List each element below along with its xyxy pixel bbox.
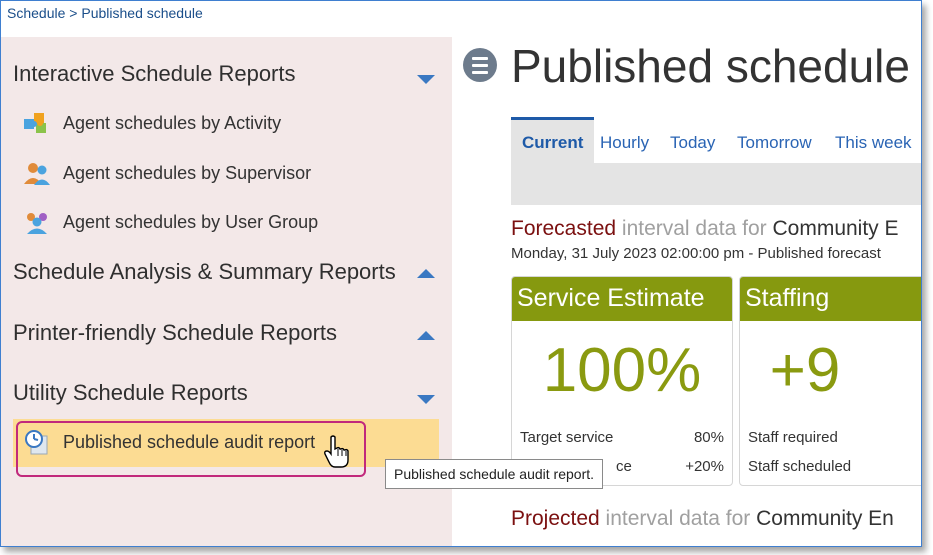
projected-queue-name: Community En (756, 507, 894, 530)
row-label: Staff scheduled (748, 458, 852, 475)
menu-icon[interactable] (463, 48, 497, 82)
sidebar-item-label: Agent schedules by Supervisor (63, 162, 312, 183)
page-title: Published schedule (511, 40, 910, 92)
chevron-down-icon[interactable] (417, 75, 435, 84)
chevron-up-icon[interactable] (417, 331, 435, 340)
breadcrumb-current-link[interactable]: Published schedule (81, 5, 202, 21)
row-label: Staff required (748, 429, 838, 446)
user-group-icon (23, 208, 51, 236)
service-estimate-value: 100% (542, 336, 702, 405)
forecast-connector: interval data for (616, 217, 773, 240)
forecast-word: Forecasted (511, 217, 617, 240)
card-title: Staffing (740, 277, 921, 321)
supervisor-icon (23, 159, 51, 187)
tooltip: Published schedule audit report. (385, 459, 604, 489)
projected-connector: interval data for (599, 507, 757, 530)
tab-hourly[interactable]: Hourly (600, 117, 649, 163)
section-utility-reports[interactable]: Utility Schedule Reports (13, 380, 248, 406)
staffing-value: +9 (769, 336, 841, 405)
row-label: Target service (520, 429, 614, 446)
section-printer-friendly-reports[interactable]: Printer-friendly Schedule Reports (13, 320, 337, 346)
forecast-queue-name: Community E (772, 217, 899, 240)
clock-report-icon (23, 428, 51, 456)
puzzle-icon (23, 109, 51, 137)
forecast-subtitle: Monday, 31 July 2023 02:00:00 pm - Publi… (511, 245, 881, 262)
breadcrumb-separator: > (65, 5, 82, 21)
sidebar-item-agent-by-supervisor[interactable]: Agent schedules by Supervisor (23, 158, 311, 188)
tab-tomorrow[interactable]: Tomorrow (737, 117, 812, 163)
tab-current[interactable]: Current (511, 117, 595, 163)
section-interactive-reports[interactable]: Interactive Schedule Reports (13, 61, 296, 87)
sidebar-item-label: Agent schedules by Activity (63, 112, 282, 133)
staffing-card: Staffing +9 Staff required Staff schedul… (739, 276, 921, 486)
card-row: Staff scheduled (748, 458, 921, 475)
forecast-heading: Forecasted interval data for Community E (511, 217, 899, 241)
row-value: +20% (685, 458, 724, 475)
sidebar-item-agent-by-activity[interactable]: Agent schedules by Activity (23, 108, 281, 138)
row-value: 80% (693, 429, 724, 446)
section-analysis-summary-reports[interactable]: Schedule Analysis & Summary Reports (13, 259, 396, 285)
sidebar-item-agent-by-user-group[interactable]: Agent schedules by User Group (23, 207, 318, 237)
chevron-up-icon[interactable] (417, 269, 435, 278)
sidebar-item-published-schedule-audit-report[interactable]: Published schedule audit report (23, 427, 315, 457)
hand-cursor-icon (323, 435, 351, 474)
card-title: Service Estimate (512, 277, 732, 321)
card-row: Target service 80% (520, 429, 724, 446)
projected-heading: Projected interval data for Community En (511, 507, 894, 531)
breadcrumb: Schedule > Published schedule (7, 5, 203, 21)
tab-this-week[interactable]: This week (835, 117, 912, 163)
breadcrumb-root-link[interactable]: Schedule (7, 5, 65, 21)
projected-word: Projected (511, 507, 600, 530)
app-window: Schedule > Published schedule Interactiv… (0, 0, 922, 547)
tab-strip: Current Hourly Today Tomorrow This week (511, 117, 921, 205)
service-estimate-card: Service Estimate 100% Target service 80%… (511, 276, 733, 486)
tab-today[interactable]: Today (670, 117, 715, 163)
sidebar-item-label: Published schedule audit report (63, 431, 316, 452)
chevron-down-icon[interactable] (417, 395, 435, 404)
card-row: Staff required (748, 429, 921, 446)
tab-bar: Current Hourly Today Tomorrow This week (511, 117, 921, 163)
sidebar-item-label: Agent schedules by User Group (63, 211, 319, 232)
